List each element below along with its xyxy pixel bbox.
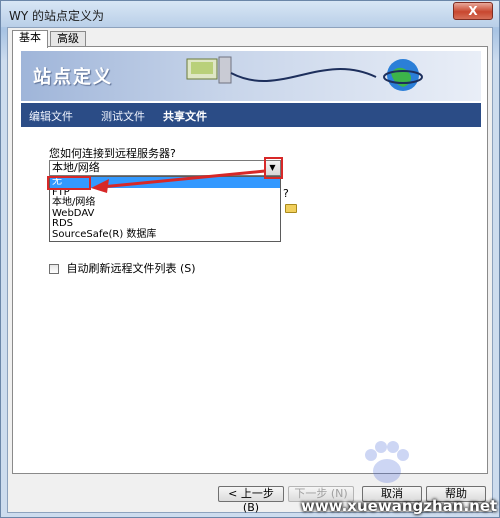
auto-refresh-row[interactable]: 自动刷新远程文件列表 (S): [49, 260, 196, 276]
folder-icon[interactable]: [285, 204, 297, 213]
banner-title: 站点定义: [33, 67, 113, 88]
auto-refresh-label: 自动刷新远程文件列表 (S): [66, 262, 196, 275]
tab-advanced[interactable]: 高级: [50, 31, 86, 47]
remote-connection-question: 您如何连接到远程服务器?: [49, 147, 176, 160]
option-sourcesafe[interactable]: SourceSafe(R) 数据库: [50, 229, 280, 241]
close-button[interactable]: X: [453, 2, 493, 20]
paw-watermark-icon: [365, 441, 409, 483]
hidden-question-tail: ?: [283, 187, 289, 200]
wizard-subnav: 编辑文件 测试文件 共享文件: [21, 103, 481, 127]
title-bar[interactable]: WY 的站点定义为 X: [1, 1, 499, 27]
dialog-window: WY 的站点定义为 X 基本 高级 站点定义 编辑文件 测试文件 共享文件 您如…: [0, 0, 500, 518]
option-local-network[interactable]: 本地/网络: [50, 197, 280, 209]
annotation-arrow: [91, 169, 266, 193]
wizard-banner: 站点定义: [21, 51, 481, 101]
tab-basic[interactable]: 基本: [12, 30, 48, 48]
window-title: WY 的站点定义为: [9, 9, 105, 23]
back-button[interactable]: < 上一步 (B): [218, 486, 284, 514]
subnav-test-files[interactable]: 测试文件: [101, 108, 145, 124]
subnav-edit-files[interactable]: 编辑文件: [29, 108, 73, 124]
site-watermark: www.xuewangzhan.net: [301, 497, 498, 515]
globe-icon: [383, 59, 423, 91]
tab-panel-basic: 站点定义 编辑文件 测试文件 共享文件 您如何连接到远程服务器? 本地/网络 ▼…: [12, 46, 488, 474]
option-rds[interactable]: RDS: [50, 218, 280, 230]
dialog-client: 基本 高级 站点定义 编辑文件 测试文件 共享文件 您如何连接到远程服务器? 本…: [7, 27, 493, 514]
subnav-shared-files[interactable]: 共享文件: [163, 108, 207, 124]
option-webdav[interactable]: WebDAV: [50, 208, 280, 220]
auto-refresh-checkbox[interactable]: [49, 264, 59, 274]
server-network-icon: [186, 56, 377, 84]
